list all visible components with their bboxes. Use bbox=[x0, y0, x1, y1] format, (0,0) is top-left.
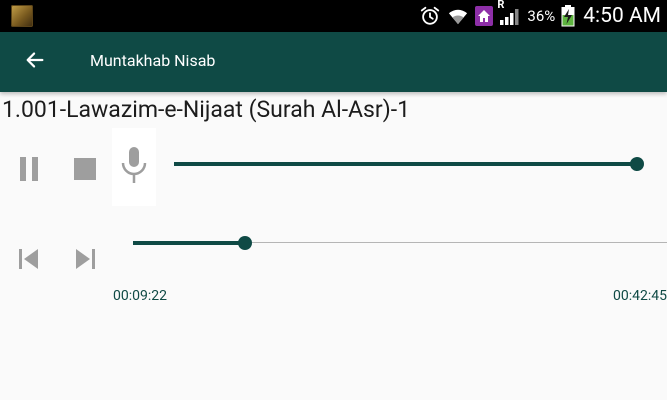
pause-button[interactable] bbox=[12, 152, 46, 190]
pause-icon bbox=[18, 157, 40, 185]
status-icons: R 36% 4:50 AM bbox=[419, 0, 661, 32]
seek-fill bbox=[133, 241, 246, 245]
alarm-icon bbox=[419, 5, 441, 27]
battery-percent: 36% bbox=[527, 7, 556, 25]
microphone-icon bbox=[121, 147, 147, 187]
volume-slider[interactable] bbox=[174, 154, 644, 174]
arrow-back-icon bbox=[24, 49, 46, 75]
home-icon bbox=[475, 6, 494, 26]
stop-icon bbox=[74, 158, 96, 184]
back-button[interactable] bbox=[20, 48, 50, 76]
microphone-button[interactable] bbox=[112, 128, 156, 206]
notification-app-icon bbox=[11, 5, 33, 27]
network-label: R bbox=[497, 0, 505, 11]
signal-icon: R bbox=[497, 0, 521, 26]
seek-slider[interactable] bbox=[133, 233, 667, 253]
status-clock: 4:50 AM bbox=[583, 4, 661, 28]
stop-button[interactable] bbox=[68, 152, 102, 190]
skip-next-icon bbox=[74, 248, 96, 274]
track-title: 1.001-Lawazim-e-Nijaat (Surah Al-Asr)-1 bbox=[2, 96, 411, 123]
battery-charging-icon bbox=[561, 5, 575, 27]
app-bar: Muntakhab Nisab bbox=[0, 32, 667, 92]
skip-next-button[interactable] bbox=[68, 244, 102, 278]
skip-previous-button[interactable] bbox=[12, 244, 46, 278]
elapsed-time: 00:09:22 bbox=[113, 288, 167, 304]
status-bar: R 36% 4:50 AM bbox=[0, 0, 667, 32]
volume-thumb[interactable] bbox=[630, 157, 644, 171]
volume-fill bbox=[174, 162, 637, 166]
app-title: Muntakhab Nisab bbox=[90, 51, 216, 70]
skip-previous-icon bbox=[18, 248, 40, 274]
seek-thumb[interactable] bbox=[238, 236, 253, 250]
wifi-icon bbox=[447, 6, 469, 26]
total-time: 00:42:45 bbox=[613, 288, 667, 304]
